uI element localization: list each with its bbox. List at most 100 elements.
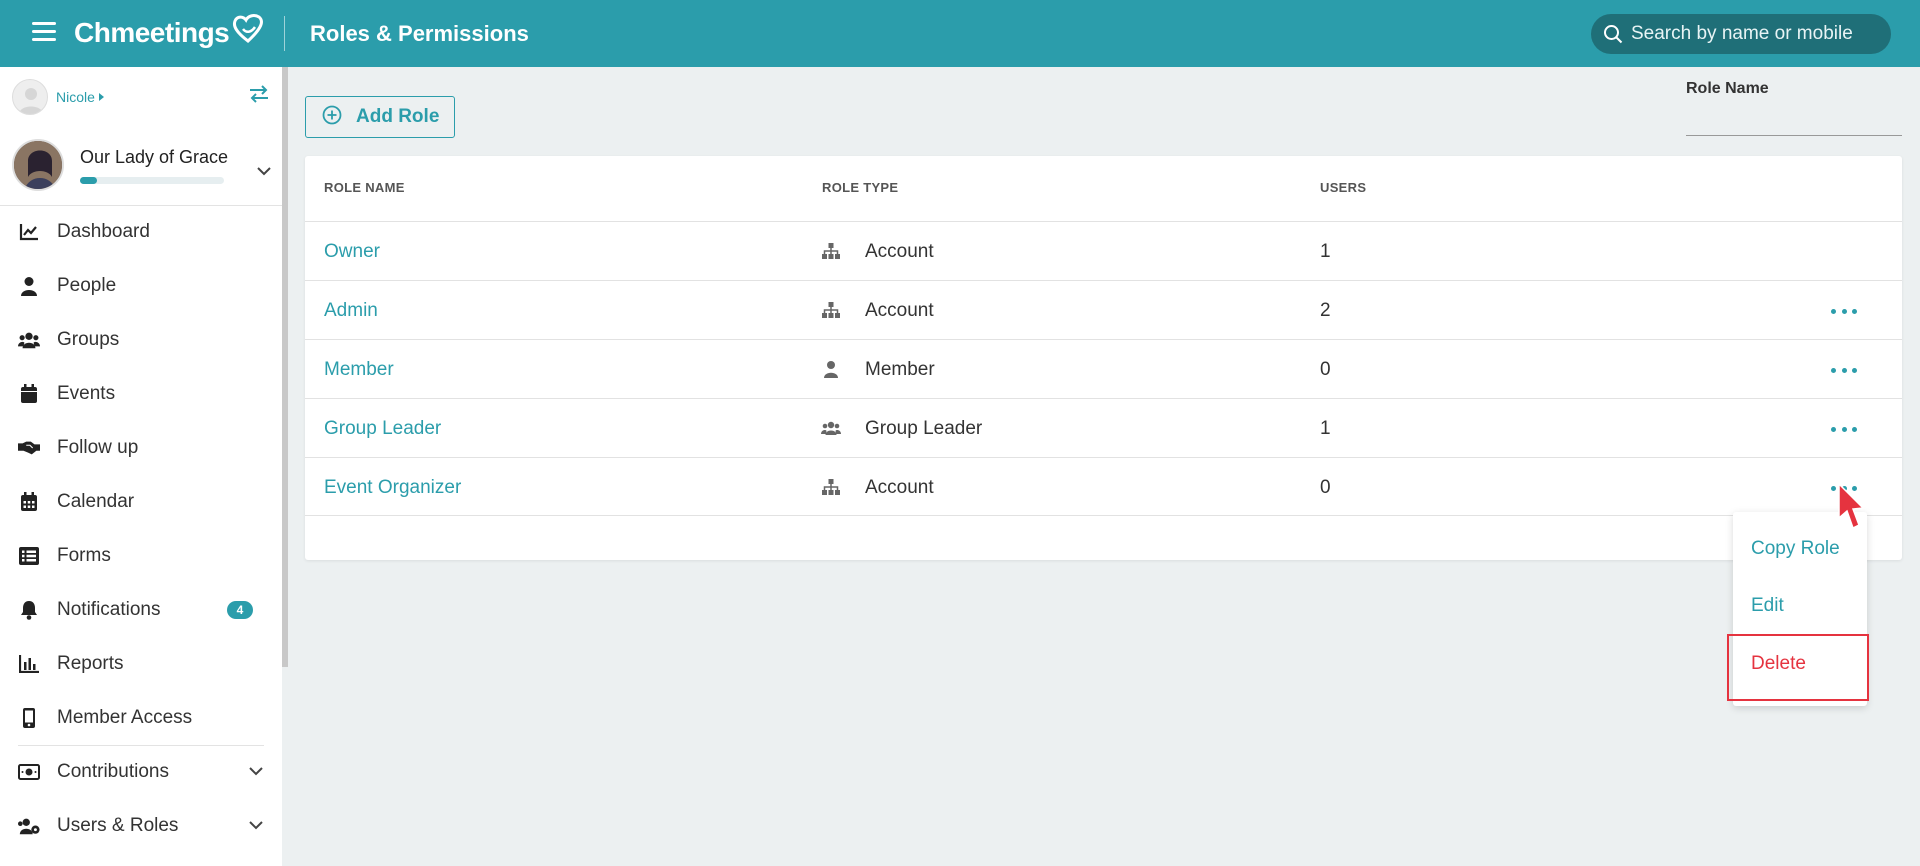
- users-icon: [18, 329, 40, 351]
- chart-line-icon: [18, 221, 40, 243]
- sitemap-icon: [821, 301, 841, 319]
- role-users-count: 0: [1320, 477, 1331, 498]
- table-bottom-divider: [305, 515, 1902, 516]
- page-title: Roles & Permissions: [310, 21, 529, 46]
- app-logo[interactable]: Chmeetings: [74, 14, 265, 49]
- role-name-filter-input[interactable]: [1686, 106, 1902, 136]
- logo-heart-icon: [233, 14, 264, 43]
- calendar-grid-icon: [18, 491, 40, 513]
- top-bar: Chmeetings Roles & Permissions: [0, 0, 1920, 67]
- bar-chart-icon: [18, 653, 40, 675]
- copy-role-menu-item[interactable]: Copy Role: [1751, 538, 1840, 560]
- role-users-count: 1: [1320, 418, 1331, 439]
- role-users-count: 2: [1320, 300, 1331, 321]
- sidebar-item-label: Reports: [57, 653, 124, 674]
- mouse-cursor-icon: [1834, 480, 1865, 541]
- role-name-link[interactable]: Member: [324, 359, 394, 381]
- sidebar-item-contributions[interactable]: Contributions: [0, 750, 282, 794]
- sidebar-item-label: Dashboard: [57, 221, 150, 242]
- sidebar-item-label: Forms: [57, 545, 111, 566]
- sidebar-item-label: Notifications: [57, 599, 161, 620]
- role-type: Account: [865, 477, 934, 498]
- sidebar-item-events[interactable]: Events: [0, 372, 282, 416]
- role-type: Group Leader: [865, 418, 983, 439]
- setup-progress-bar: [80, 177, 224, 184]
- role-users-count: 0: [1320, 359, 1331, 380]
- table-row: Owner Account 1: [305, 221, 1902, 280]
- church-name: Our Lady of Grace: [80, 147, 229, 167]
- user-switcher[interactable]: Nicole: [12, 79, 104, 115]
- role-name-link[interactable]: Event Organizer: [324, 477, 461, 499]
- bell-icon: [18, 599, 40, 621]
- roles-table: ROLE NAME ROLE TYPE USERS Owner Account …: [305, 156, 1902, 560]
- search-icon: [1604, 25, 1623, 44]
- search-input[interactable]: [1631, 23, 1881, 45]
- user-name[interactable]: Nicole: [56, 89, 95, 105]
- sidebar-item-label: Calendar: [57, 491, 135, 512]
- table-row: Event Organizer Account 0: [305, 457, 1902, 516]
- church-selector[interactable]: Our Lady of Grace: [12, 139, 278, 197]
- delete-highlight-box: [1727, 634, 1869, 701]
- sidebar-item-forms[interactable]: Forms: [0, 534, 282, 578]
- sidebar-divider: [18, 745, 264, 746]
- role-name-link[interactable]: Owner: [324, 241, 380, 263]
- role-type: Account: [865, 241, 934, 262]
- more-options-icon[interactable]: [1831, 362, 1857, 378]
- sidebar-scrollbar[interactable]: [282, 67, 288, 667]
- person-icon: [821, 360, 841, 378]
- sidebar-item-groups[interactable]: Groups: [0, 318, 282, 362]
- more-options-icon[interactable]: [1831, 303, 1857, 319]
- sidebar-item-label: People: [57, 275, 117, 296]
- sidebar-item-reports[interactable]: Reports: [0, 642, 282, 686]
- list-icon: [18, 545, 40, 567]
- person-icon: [18, 275, 40, 297]
- sidebar-item-label: Users & Roles: [57, 815, 179, 836]
- users-cog-icon: [18, 815, 40, 837]
- more-options-icon[interactable]: [1831, 421, 1857, 437]
- money-icon: [18, 761, 40, 783]
- sidebar-item-label: Member Access: [57, 707, 193, 728]
- edit-menu-item[interactable]: Edit: [1751, 595, 1784, 617]
- sidebar-item-calendar[interactable]: Calendar: [0, 480, 282, 524]
- sitemap-icon: [821, 478, 841, 496]
- sidebar-item-label: Follow up: [57, 437, 139, 458]
- sidebar-item-users-roles[interactable]: Users & Roles: [0, 804, 282, 848]
- chevron-down-icon[interactable]: [256, 163, 272, 181]
- column-header-users: USERS: [1320, 180, 1367, 195]
- header-divider: [284, 16, 285, 51]
- add-role-button[interactable]: Add Role: [305, 96, 455, 138]
- chevron-down-icon: [248, 817, 264, 835]
- role-name-link[interactable]: Group Leader: [324, 418, 441, 440]
- sidebar-item-people[interactable]: People: [0, 264, 282, 308]
- church-avatar: [12, 139, 64, 191]
- table-row: Group Leader Group Leader 1: [305, 398, 1902, 457]
- notification-count-badge: 4: [227, 601, 253, 619]
- role-users-count: 1: [1320, 241, 1331, 262]
- sidebar-item-label: Events: [57, 383, 116, 404]
- role-name-link[interactable]: Admin: [324, 300, 378, 322]
- setup-progress-fill: [80, 177, 98, 184]
- role-type: Member: [865, 359, 935, 380]
- users-icon: [821, 419, 841, 437]
- sitemap-icon: [821, 242, 841, 260]
- table-row: Admin Account 2: [305, 280, 1902, 339]
- table-row: Member Member 0: [305, 339, 1902, 398]
- role-name-filter-label: Role Name: [1686, 80, 1769, 97]
- sidebar-divider: [0, 205, 282, 206]
- sidebar-item-member-access[interactable]: Member Access: [0, 696, 282, 740]
- caret-right-icon: [98, 93, 104, 101]
- chevron-down-icon: [248, 763, 264, 781]
- hamburger-menu-icon[interactable]: [32, 22, 56, 42]
- column-header-role-type: ROLE TYPE: [822, 180, 899, 195]
- sidebar-item-notifications[interactable]: Notifications 4: [0, 588, 282, 632]
- calendar-icon: [18, 383, 40, 405]
- sidebar-item-follow-up[interactable]: Follow up: [0, 426, 282, 470]
- add-role-label: Add Role: [356, 106, 440, 127]
- switch-arrows-icon[interactable]: [248, 85, 270, 108]
- column-header-role-name: ROLE NAME: [324, 180, 405, 195]
- plus-circle-icon: [322, 105, 342, 130]
- sidebar-item-dashboard[interactable]: Dashboard: [0, 210, 282, 254]
- sidebar-item-label: Groups: [57, 329, 120, 350]
- search-box[interactable]: [1591, 14, 1891, 54]
- app-logo-text: Chmeetings: [74, 17, 230, 48]
